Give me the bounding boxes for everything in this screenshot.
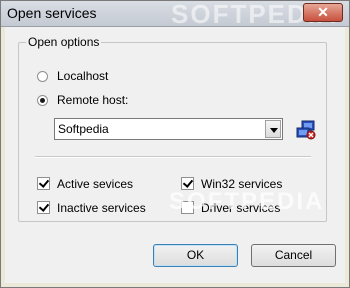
open-options-legend: Open options [26,35,102,49]
title-bar[interactable]: Open services SOFTPEDIA ✕ [1,0,349,29]
dialog-body: Open options Localhost Remote host: Soft… [5,27,345,283]
separator [35,156,311,158]
chevron-down-icon[interactable] [265,120,281,138]
radio-localhost[interactable] [37,71,48,82]
win32-services-label[interactable]: Win32 services [201,177,282,191]
close-icon: ✕ [317,4,329,20]
cancel-button[interactable]: Cancel [251,244,336,267]
radio-remote-host[interactable] [37,95,48,106]
remote-host-label[interactable]: Remote host: [57,93,128,107]
close-button[interactable]: ✕ [303,3,343,22]
localhost-label[interactable]: Localhost [57,69,108,83]
driver-services-label[interactable]: Driver services [201,201,280,215]
open-options-group: Open options Localhost Remote host: Soft… [18,35,327,222]
open-services-dialog: Open services SOFTPEDIA ✕ Open options L… [0,0,350,288]
active-services-label[interactable]: Active sevices [57,177,133,191]
window-title: Open services [7,5,97,21]
ok-button[interactable]: OK [153,244,238,267]
checkbox-win32-services[interactable] [181,177,194,190]
remote-host-combobox[interactable]: Softpedia [54,118,283,140]
network-computer-icon[interactable] [296,120,316,140]
checkbox-active-services[interactable] [37,177,50,190]
checkbox-driver-services[interactable] [181,201,194,214]
checkbox-inactive-services[interactable] [37,201,50,214]
remote-host-value: Softpedia [58,122,109,136]
inactive-services-label[interactable]: Inactive services [57,201,146,215]
